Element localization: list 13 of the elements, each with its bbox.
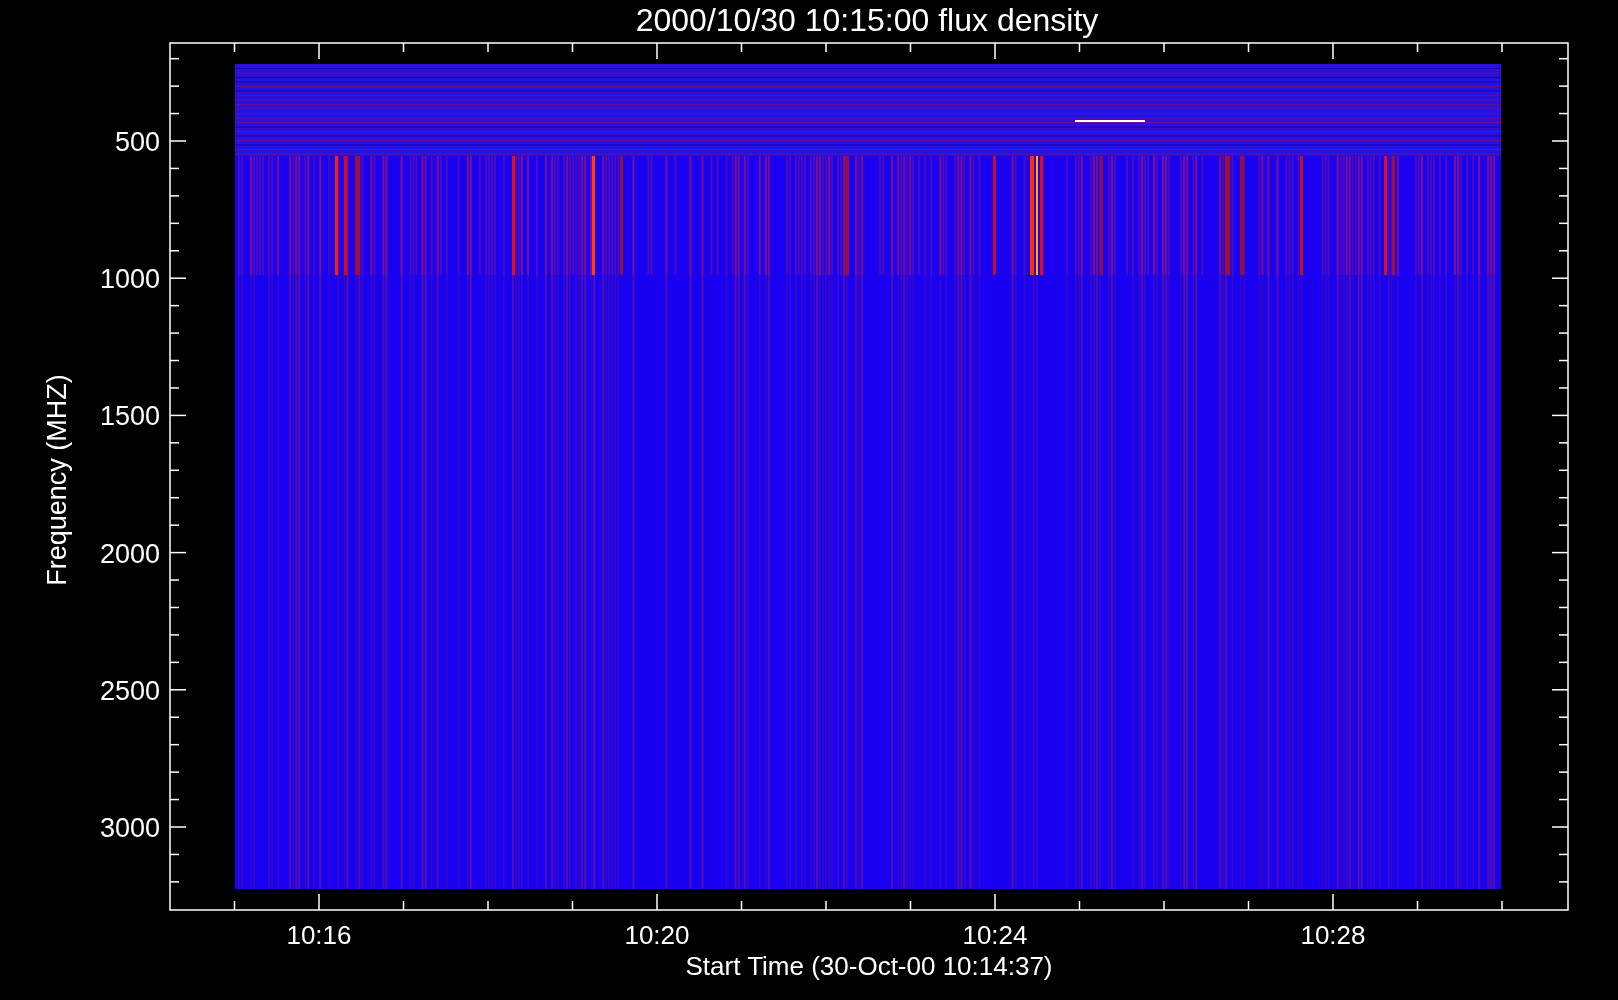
tick-label: 10:24 [962, 920, 1028, 950]
tick-label: 500 [114, 127, 160, 157]
tick-label: 2000 [99, 538, 160, 569]
axis-label: Start Time (30-Oct-00 10:14:37) [685, 951, 1053, 981]
tick-label: 1000 [99, 264, 160, 295]
tick-label: 10:28 [1300, 920, 1366, 950]
tick-label: 2500 [99, 675, 160, 706]
plot-title: 2000/10/30 10:15:00 flux density [635, 2, 1099, 38]
tick-label: 1500 [99, 401, 160, 432]
tick-label: 10:16 [286, 920, 352, 950]
axis-label: Frequency (MHZ) [42, 374, 72, 586]
tick-label: 10:20 [624, 920, 690, 950]
tick-label: 3000 [99, 813, 160, 843]
